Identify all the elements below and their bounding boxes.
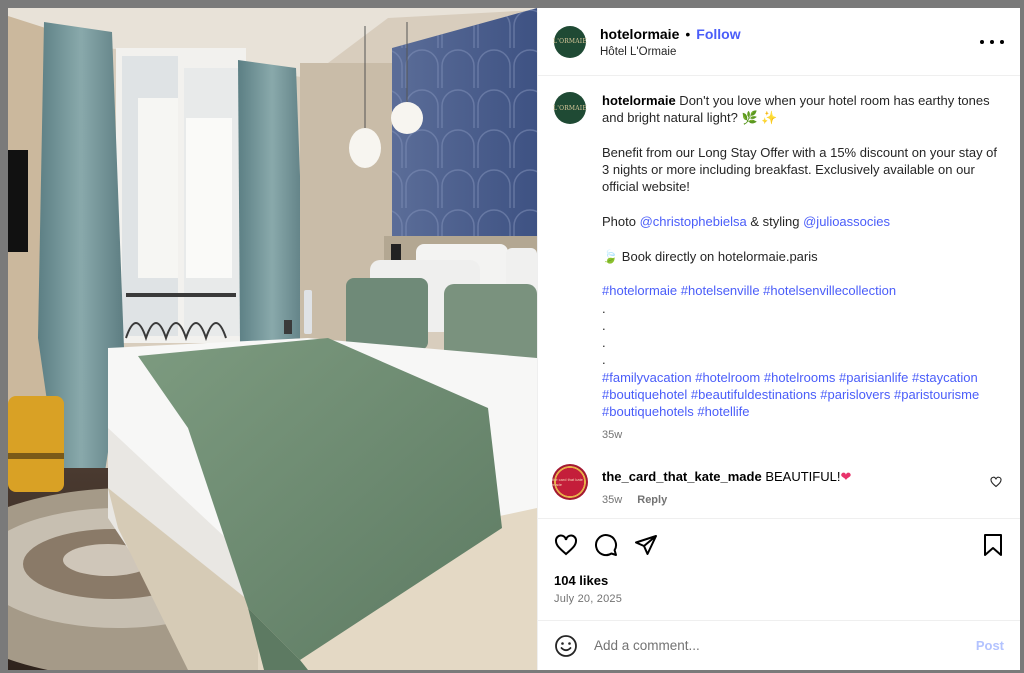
leaf-emoji: 🍃 bbox=[602, 248, 619, 264]
heart-icon[interactable] bbox=[554, 533, 578, 557]
dot-line: . bbox=[602, 335, 606, 351]
commenter-avatar[interactable]: the card that kate made bbox=[552, 464, 588, 500]
post-header: L'ORMAIE hotelormaie • Follow Hôtel L'Or… bbox=[538, 8, 1020, 76]
red-heart-emoji: ❤ bbox=[840, 469, 852, 484]
hotel-avatar-text: L'ORMAIE bbox=[553, 38, 587, 45]
caption-offer: Benefit from our Long Stay Offer with a … bbox=[602, 144, 998, 195]
dot-line: . bbox=[602, 300, 606, 316]
herb-emoji: 🌿 bbox=[741, 110, 758, 126]
post-modal: L'ORMAIE hotelormaie • Follow Hôtel L'Or… bbox=[8, 8, 1020, 670]
caption-avatar[interactable]: L'ORMAIE bbox=[553, 92, 587, 124]
dot-line: . bbox=[602, 317, 606, 333]
hashtags-secondary[interactable]: #familyvacation #hotelroom #hotelrooms #… bbox=[602, 369, 1002, 421]
comment-text: BEAUTIFUL! bbox=[761, 469, 841, 484]
comment-age[interactable]: 35w bbox=[602, 494, 622, 506]
comment-bubble-icon[interactable] bbox=[594, 533, 618, 557]
post-date[interactable]: July 20, 2025 bbox=[554, 593, 622, 605]
comment-input[interactable] bbox=[594, 638, 964, 653]
commenter-avatar-text: the card that kate made bbox=[552, 477, 583, 487]
location-link[interactable]: Hôtel L'Ormaie bbox=[600, 46, 741, 58]
caption-username[interactable]: hotelormaie bbox=[602, 93, 676, 108]
post-photo[interactable] bbox=[8, 8, 537, 670]
post-caption: L'ORMAIE hotelormaie Don't you love when… bbox=[553, 92, 1006, 444]
dot-line: . bbox=[602, 352, 606, 368]
comment-heart-icon[interactable] bbox=[990, 476, 1002, 488]
photographer-mention[interactable]: @christophebielsa bbox=[640, 214, 747, 229]
more-options-icon[interactable] bbox=[980, 32, 1004, 52]
paper-plane-icon[interactable] bbox=[634, 533, 658, 557]
hotel-avatar[interactable]: L'ORMAIE bbox=[553, 25, 587, 58]
hashtags-primary[interactable]: #hotelormaie #hotelsenville #hotelsenvil… bbox=[602, 282, 1002, 299]
comment-item: the card that kate made the_card_that_ka… bbox=[552, 464, 1008, 506]
photo-prefix: Photo bbox=[602, 214, 640, 230]
bookmark-icon[interactable] bbox=[982, 533, 1004, 557]
book-direct-text: Book directly on hotelormaie.paris bbox=[618, 248, 818, 264]
commenter-username[interactable]: the_card_that_kate_made bbox=[602, 469, 762, 484]
likes-count[interactable]: 104 likes bbox=[554, 573, 608, 588]
action-bar bbox=[538, 518, 1020, 570]
styling-prefix: & styling bbox=[746, 214, 804, 230]
header-separator: • bbox=[685, 25, 691, 42]
hotel-room-image bbox=[8, 8, 537, 670]
follow-button[interactable]: Follow bbox=[696, 26, 740, 42]
emoji-smiley-icon[interactable] bbox=[554, 634, 578, 658]
post-side-panel: L'ORMAIE hotelormaie • Follow Hôtel L'Or… bbox=[537, 8, 1020, 670]
add-comment-bar: Post bbox=[538, 620, 1020, 670]
caption-age[interactable]: 35w bbox=[602, 427, 1002, 444]
stylist-mention[interactable]: @julioassocies bbox=[803, 214, 890, 229]
sparkles-emoji: ✨ bbox=[761, 110, 778, 126]
reply-button[interactable]: Reply bbox=[637, 494, 667, 506]
post-comment-button[interactable]: Post bbox=[976, 638, 1004, 653]
header-username[interactable]: hotelormaie bbox=[600, 26, 679, 42]
caption-avatar-text: L'ORMAIE bbox=[553, 104, 587, 112]
